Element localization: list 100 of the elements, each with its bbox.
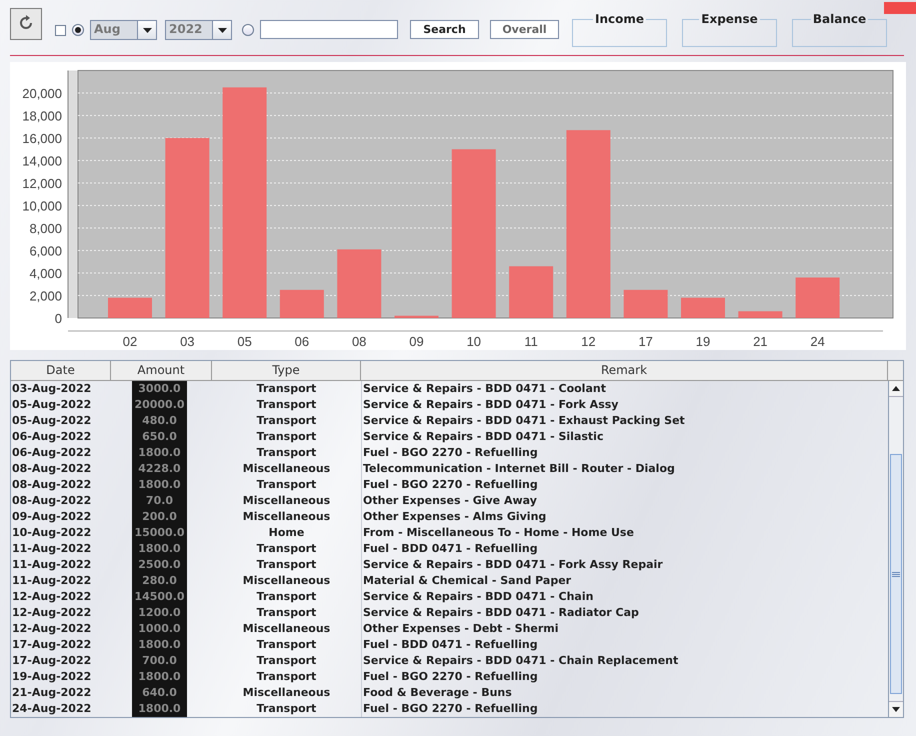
table-cell-text: 19-Aug-2022 — [11, 669, 92, 685]
table-cell: 650.0 — [132, 429, 187, 445]
table-cell-text: 06-Aug-2022 — [11, 445, 92, 461]
table-cell-text: 11-Aug-2022 — [11, 557, 92, 573]
column-header[interactable]: Amount — [111, 361, 212, 381]
table-cell-text: Transport — [256, 429, 318, 445]
table-cell-text: 17-Aug-2022 — [11, 653, 92, 669]
table-cell: 1200.0 — [132, 605, 187, 621]
table-cell: 2500.0 — [132, 557, 187, 573]
up-arrow-icon — [892, 386, 900, 391]
table-cell: 480.0 — [132, 413, 187, 429]
table-cell-text: 10-Aug-2022 — [11, 525, 92, 541]
table-cell-text: Home — [268, 525, 306, 541]
y-tick-label: 18,000 — [22, 108, 62, 124]
table-cell-text: 08-Aug-2022 — [11, 461, 92, 477]
x-tick-label: 08 — [352, 334, 366, 349]
table-cell-text: Transport — [256, 605, 318, 621]
radio-button[interactable] — [242, 24, 254, 36]
y-tick-label: 6,000 — [29, 244, 62, 258]
table-cell-text: Miscellaneous — [242, 685, 332, 701]
x-tick-label: 11 — [524, 334, 538, 349]
refresh-button[interactable] — [10, 8, 42, 40]
grip-icon — [892, 572, 900, 576]
y-tick-label: 16,000 — [22, 131, 62, 146]
table-cell-text: 12-Aug-2022 — [11, 605, 92, 621]
table-cell-text: 24-Aug-2022 — [11, 701, 92, 717]
y-tick-label: 8,000 — [29, 221, 62, 236]
table-cell-text: Transport — [256, 381, 318, 397]
overall-button[interactable]: Overall — [490, 20, 559, 39]
table-cell: 640.0 — [132, 685, 187, 701]
table-cell-text: 08-Aug-2022 — [11, 477, 92, 493]
search-field[interactable] — [260, 20, 398, 39]
table-cell-text: Miscellaneous — [242, 621, 332, 637]
table-cell-text: 09-Aug-2022 — [11, 509, 92, 525]
table-cell: 3000.0 — [132, 381, 187, 397]
scroll-thumb[interactable] — [890, 454, 902, 694]
x-tick-label: 24 — [810, 334, 825, 349]
y-tick-label: 20,000 — [22, 86, 62, 101]
table-cell-text: Transport — [256, 653, 318, 669]
table-cell: 1000.0 — [132, 621, 187, 637]
table-cell: 200.0 — [132, 509, 187, 525]
x-tick-label: 05 — [237, 334, 252, 349]
table-cell-text: 03-Aug-2022 — [11, 381, 92, 397]
summary-label: Expense — [700, 12, 759, 26]
y-tick-label: 10,000 — [22, 198, 62, 214]
scroll-up-button[interactable] — [889, 381, 903, 397]
table-cell-text: 17-Aug-2022 — [11, 637, 92, 653]
down-arrow-icon — [892, 707, 900, 712]
table-cell: 1800.0 — [132, 637, 187, 653]
table-cell-text: 05-Aug-2022 — [11, 397, 92, 413]
x-tick-label: 19 — [696, 334, 710, 349]
header-corner — [888, 361, 903, 381]
table-cell: 1800.0 — [132, 445, 187, 461]
table-cell-text: 05-Aug-2022 — [11, 413, 92, 429]
table-cell-text: Miscellaneous — [242, 493, 332, 509]
table-cell-text: Transport — [256, 701, 318, 717]
y-tick-label: 4,000 — [29, 266, 62, 281]
table-cell: 700.0 — [132, 653, 187, 669]
table-cell-text: Transport — [256, 557, 318, 573]
y-tick-label: 0 — [54, 311, 62, 326]
caret-icon — [142, 28, 152, 32]
table-cell-text: Transport — [256, 637, 318, 653]
table-cell-text: Transport — [256, 445, 318, 461]
y-tick-label: 12,000 — [22, 176, 62, 191]
table-cell: 1800.0 — [132, 669, 187, 685]
x-tick-label: 12 — [581, 334, 596, 349]
column-header[interactable]: Remark — [361, 361, 888, 381]
table-cell-text: 06-Aug-2022 — [11, 429, 92, 445]
column-header[interactable]: Date — [11, 361, 111, 381]
table-cell: 14500.0 — [132, 589, 187, 605]
x-tick-label: 06 — [294, 334, 310, 349]
x-tick-label: 17 — [638, 334, 653, 349]
caret-icon — [218, 28, 226, 32]
table-cell-text: 21-Aug-2022 — [11, 685, 92, 701]
search-button[interactable]: Search — [410, 20, 479, 39]
table-cell-text: 12-Aug-2022 — [11, 589, 92, 605]
table-cell-text: Transport — [256, 413, 318, 429]
table-cell-text: Transport — [256, 477, 318, 493]
checkbox[interactable] — [55, 25, 66, 36]
y-tick-label: 14,000 — [22, 154, 62, 168]
table-cell-text: Miscellaneous — [242, 509, 332, 525]
table-cell: 1800.0 — [132, 701, 187, 717]
table-cell-text: 11-Aug-2022 — [11, 541, 92, 557]
x-tick-label: 10 — [466, 334, 482, 349]
x-tick-label: 02 — [122, 334, 138, 349]
y-tick-label: 2,000 — [29, 288, 62, 304]
table-cell: 15000.0 — [132, 525, 187, 541]
table-cell-text: Miscellaneous — [242, 461, 332, 477]
radio-button[interactable] — [72, 24, 84, 36]
table-cell-text: 12-Aug-2022 — [11, 621, 92, 637]
table-cell-text: Transport — [256, 589, 318, 605]
table-cell-text: 08-Aug-2022 — [11, 493, 92, 509]
scrollbar[interactable] — [888, 381, 903, 717]
table-cell-text: Transport — [256, 541, 318, 557]
column-header[interactable]: Type — [212, 361, 361, 381]
summary-label: Balance — [812, 12, 868, 26]
table-cell: 4228.0 — [132, 461, 187, 477]
x-tick-label: 03 — [180, 334, 195, 349]
scroll-down-button[interactable] — [889, 701, 903, 717]
table-cell-text: Transport — [256, 397, 318, 413]
